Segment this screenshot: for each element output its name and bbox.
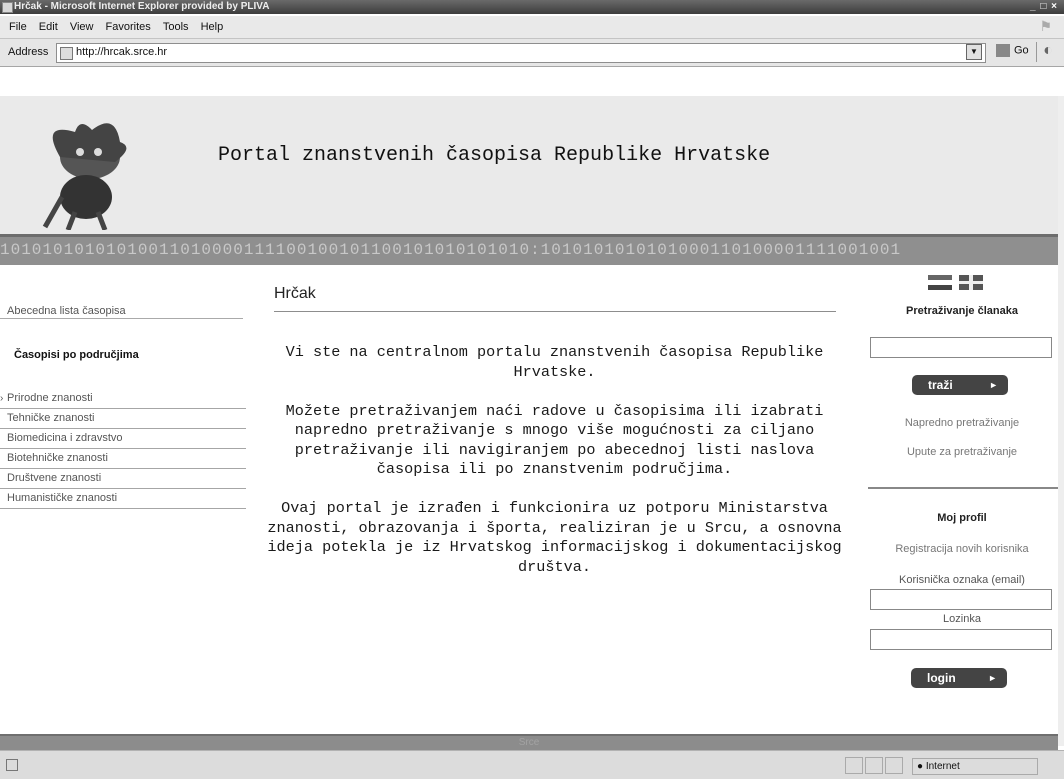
register-link[interactable]: Registracija novih korisnika bbox=[866, 543, 1058, 555]
security-zone: ● Internet bbox=[912, 758, 1038, 775]
window-controls[interactable]: _ □ × bbox=[1030, 0, 1058, 14]
go-arrow-icon bbox=[996, 44, 1010, 57]
status-pane bbox=[865, 757, 883, 774]
croatian-flag-icon[interactable] bbox=[928, 275, 952, 291]
play-arrow-icon: ► bbox=[989, 380, 998, 390]
areas-heading: Časopisi po područjima bbox=[14, 349, 139, 361]
hrcak-logo-icon bbox=[42, 123, 127, 230]
field-item-technical-sciences[interactable]: Tehničke znanosti bbox=[0, 409, 246, 429]
field-item-biotechnical[interactable]: Biotehničke znanosti bbox=[0, 449, 246, 469]
bullet-icon: › bbox=[0, 393, 4, 404]
email-label: Korisnička oznaka (email) bbox=[899, 574, 1025, 586]
password-label: Lozinka bbox=[943, 613, 981, 625]
divider bbox=[868, 487, 1058, 489]
site-title: Portal znanstvenih časopisa Republike Hr… bbox=[218, 144, 771, 167]
menu-bar: File Edit View Favorites Tools Help ⚑ bbox=[0, 16, 1064, 39]
intro-paragraph-2: Možete pretraživanjem naći radove u časo… bbox=[285, 401, 824, 479]
menu-help[interactable]: Help bbox=[201, 16, 224, 38]
field-list: › Prirodne znanosti Tehničke znanosti Bio… bbox=[0, 389, 246, 509]
profile-heading: Moj profil bbox=[937, 512, 987, 524]
address-bar: Address http://hrcak.srce.hr ▼ Go ◐ bbox=[0, 39, 1064, 67]
status-bar: ● Internet bbox=[0, 750, 1064, 779]
status-pane bbox=[845, 757, 863, 774]
field-label: Prirodne znanosti bbox=[7, 392, 93, 404]
english-flag-icon[interactable] bbox=[959, 275, 983, 291]
field-item-biomedicine[interactable]: Biomedicina i zdravstvo bbox=[0, 429, 246, 449]
field-item-natural-sciences[interactable]: › Prirodne znanosti bbox=[0, 389, 246, 409]
field-item-social-sciences[interactable]: Društvene znanosti bbox=[0, 469, 246, 489]
vertical-scrollbar[interactable] bbox=[1058, 96, 1064, 746]
advanced-search-link[interactable]: Napredno pretraživanje bbox=[866, 417, 1058, 429]
field-label: Humanističke znanosti bbox=[7, 492, 118, 504]
menu-view[interactable]: View bbox=[70, 16, 94, 38]
status-panes bbox=[845, 757, 905, 777]
title-divider bbox=[274, 311, 836, 312]
address-input[interactable]: http://hrcak.srce.hr bbox=[56, 43, 986, 63]
intro-paragraph-1: Vi ste na centralnom portalu znanstvenih… bbox=[285, 343, 824, 381]
go-label: Go bbox=[1014, 44, 1029, 57]
address-label: Address bbox=[8, 46, 49, 58]
field-label: Tehničke znanosti bbox=[7, 412, 95, 424]
ie-page-icon bbox=[2, 2, 13, 13]
search-heading: Pretraživanje članaka bbox=[906, 305, 1018, 317]
binary-strip: 1010101010101001101000011110010010110010… bbox=[0, 234, 1058, 265]
field-item-humanities[interactable]: Humanističke znanosti bbox=[0, 489, 246, 509]
window-title: Hrčak - Microsoft Internet Explorer prov… bbox=[14, 1, 270, 12]
go-button[interactable]: Go bbox=[996, 44, 1029, 57]
intro-paragraph-3: Ovaj portal je izrađen i funkcionira uz … bbox=[267, 499, 842, 576]
menu-edit[interactable]: Edit bbox=[39, 16, 58, 38]
alphabetical-list-link[interactable]: Abecedna lista časopisa bbox=[7, 305, 126, 317]
page-status-icon bbox=[6, 759, 18, 771]
search-button-label: traži bbox=[928, 378, 953, 392]
page-title: Hrčak bbox=[274, 285, 316, 302]
window-titlebar: Hrčak - Microsoft Internet Explorer prov… bbox=[0, 0, 1064, 14]
site-footer: Srce bbox=[0, 734, 1058, 750]
menu-favorites[interactable]: Favorites bbox=[106, 16, 151, 38]
search-input[interactable] bbox=[870, 337, 1052, 358]
zone-label: Internet bbox=[925, 761, 960, 772]
search-button[interactable]: traži ► bbox=[912, 375, 1008, 395]
field-label: Društvene znanosti bbox=[7, 472, 102, 484]
login-button-label: login bbox=[927, 671, 956, 685]
links-icon[interactable]: ◐ bbox=[1036, 42, 1059, 62]
field-label: Biotehničke znanosti bbox=[7, 452, 108, 464]
divider bbox=[0, 318, 243, 319]
login-button[interactable]: login ► bbox=[911, 668, 1007, 688]
play-arrow-icon: ► bbox=[988, 673, 997, 683]
address-dropdown-button[interactable]: ▼ bbox=[966, 44, 982, 60]
language-switcher bbox=[928, 274, 990, 292]
status-pane bbox=[885, 757, 903, 774]
field-label: Biomedicina i zdravstvo bbox=[7, 432, 123, 444]
address-url: http://hrcak.srce.hr bbox=[76, 46, 168, 58]
windows-logo-icon: ⚑ bbox=[1039, 18, 1052, 34]
page-icon bbox=[60, 47, 73, 60]
menu-file[interactable]: File bbox=[9, 16, 27, 38]
menu-tools[interactable]: Tools bbox=[163, 16, 189, 38]
search-help-link[interactable]: Upute za pretraživanje bbox=[866, 446, 1058, 458]
password-field[interactable] bbox=[870, 629, 1052, 650]
email-field[interactable] bbox=[870, 589, 1052, 610]
intro-text: Vi ste na centralnom portalu znanstvenih… bbox=[262, 343, 847, 597]
globe-icon: ● bbox=[917, 761, 924, 772]
